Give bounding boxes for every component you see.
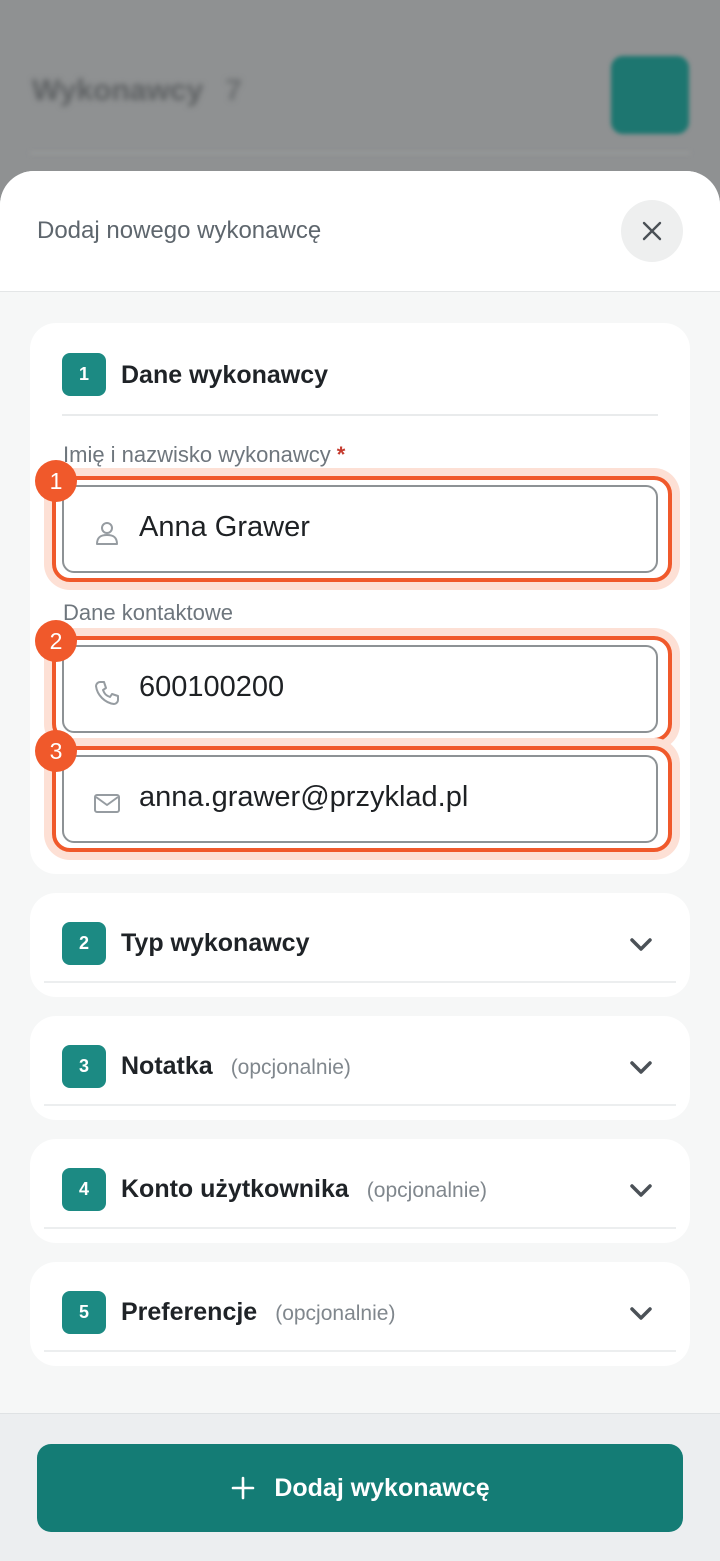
background-title: Wykonawcy 7 xyxy=(32,74,242,107)
chevron-down-icon xyxy=(630,1061,652,1074)
email-input[interactable]: anna.grawer@przyklad.pl xyxy=(62,755,658,843)
close-icon xyxy=(642,221,662,241)
required-mark: * xyxy=(336,442,346,467)
section-title: Typ wykonawcy xyxy=(121,929,310,957)
step-badge: 2 xyxy=(62,922,106,965)
close-button[interactable] xyxy=(621,200,683,262)
optional-label: (opcjonalnie) xyxy=(230,1056,351,1079)
sheet-title: Dodaj nowego wykonawcę xyxy=(37,217,322,244)
section-title: Preferencje (opcjonalnie) xyxy=(121,1298,396,1326)
name-input[interactable]: Anna Grawer xyxy=(62,485,658,573)
optional-label: (opcjonalnie) xyxy=(275,1302,396,1325)
add-contractor-button[interactable]: Dodaj wykonawcę xyxy=(37,1444,683,1532)
section-divider xyxy=(62,414,658,416)
marker-2: 2 xyxy=(35,620,77,662)
marker-1: 1 xyxy=(35,460,77,502)
section-title: Notatka (opcjonalnie) xyxy=(121,1052,351,1080)
name-field-label: Imię i nazwisko wykonawcy * xyxy=(63,442,346,467)
add-contractor-sheet: Dodaj nowego wykonawcę 1 Dane wykonawcy … xyxy=(0,171,720,1561)
chevron-down-icon xyxy=(630,1184,652,1197)
section-underline xyxy=(44,1104,676,1106)
section-underline xyxy=(44,1350,676,1352)
background-page: Wykonawcy 7 xyxy=(0,0,720,200)
step-badge: 1 xyxy=(62,353,106,396)
optional-label: (opcjonalnie) xyxy=(366,1179,488,1202)
section-contractor-type[interactable]: 2 Typ wykonawcy xyxy=(30,893,690,997)
sheet-header: Dodaj nowego wykonawcę xyxy=(0,171,720,292)
section-user-account[interactable]: 4 Konto użytkownika (opcjonalnie) xyxy=(30,1139,690,1243)
chevron-down-icon xyxy=(630,1307,652,1320)
add-contractor-label: Dodaj wykonawcę xyxy=(274,1473,490,1502)
step-badge: 5 xyxy=(62,1291,106,1334)
background-divider xyxy=(30,152,690,154)
section-underline xyxy=(44,981,676,983)
section-contractor-details: 1 Dane wykonawcy Imię i nazwisko wykonaw… xyxy=(30,323,690,874)
background-add-button xyxy=(611,56,689,134)
section-note[interactable]: 3 Notatka (opcjonalnie) xyxy=(30,1016,690,1120)
phone-value: 600100200 xyxy=(139,671,285,703)
mail-icon xyxy=(94,794,120,813)
phone-input[interactable]: 600100200 xyxy=(62,645,658,733)
section-preferences[interactable]: 5 Preferencje (opcjonalnie) xyxy=(30,1262,690,1366)
contact-field-label: Dane kontaktowe xyxy=(63,600,233,625)
step-badge: 3 xyxy=(62,1045,106,1088)
name-value: Anna Grawer xyxy=(139,511,310,543)
chevron-down-icon xyxy=(630,938,652,951)
section-title: Konto użytkownika (opcjonalnie) xyxy=(121,1175,488,1203)
person-icon xyxy=(96,522,118,545)
marker-3: 3 xyxy=(35,730,77,772)
sheet-footer: Dodaj wykonawcę xyxy=(0,1413,720,1561)
email-value: anna.grawer@przyklad.pl xyxy=(139,781,469,813)
phone-icon xyxy=(95,681,119,705)
step-badge: 4 xyxy=(62,1168,106,1211)
plus-icon xyxy=(232,1476,255,1500)
section-underline xyxy=(44,1227,676,1229)
section-title: Dane wykonawcy xyxy=(121,361,329,389)
